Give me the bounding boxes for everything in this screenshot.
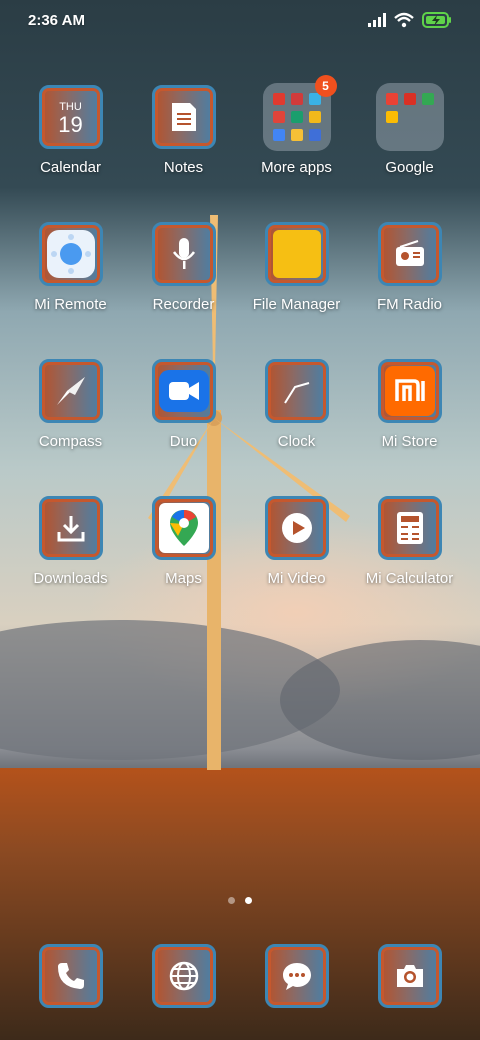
remote-icon <box>39 222 103 286</box>
notification-badge: 5 <box>314 75 337 97</box>
app-label: Maps <box>165 570 202 587</box>
signal-icon <box>368 13 386 32</box>
app-compass[interactable]: Compass <box>14 359 127 450</box>
play-icon <box>265 496 329 560</box>
folder-google[interactable]: Google <box>353 83 466 176</box>
folder-more-apps[interactable]: 5 More apps <box>240 75 353 176</box>
app-downloads[interactable]: Downloads <box>14 496 127 587</box>
app-label: File Manager <box>252 296 341 313</box>
app-label: Mi Remote <box>34 296 107 313</box>
dock-browser[interactable] <box>127 944 240 1008</box>
app-notes[interactable]: Notes <box>127 85 240 176</box>
app-mi-remote[interactable]: Mi Remote <box>14 222 127 313</box>
browser-icon <box>152 944 216 1008</box>
app-clock[interactable]: Clock <box>240 359 353 450</box>
dock-phone[interactable] <box>14 944 127 1008</box>
notes-icon <box>152 85 216 149</box>
app-label: Notes <box>163 159 204 176</box>
microphone-icon <box>152 222 216 286</box>
page-dot[interactable] <box>228 897 235 904</box>
app-label: FM Radio <box>376 296 443 313</box>
app-file-manager[interactable]: File Manager <box>240 222 353 313</box>
folder-icon <box>265 222 329 286</box>
messages-icon <box>265 944 329 1008</box>
compass-icon <box>39 359 103 423</box>
battery-charging-icon <box>422 12 452 33</box>
calendar-date: 19 <box>58 112 83 137</box>
calculator-icon <box>378 496 442 560</box>
app-label: Clock <box>277 433 316 450</box>
radio-icon <box>378 222 442 286</box>
camera-icon <box>378 944 442 1008</box>
app-maps[interactable]: Maps <box>127 496 240 587</box>
dock-camera[interactable] <box>353 944 466 1008</box>
download-icon <box>39 496 103 560</box>
app-duo[interactable]: Duo <box>127 359 240 450</box>
wifi-icon <box>394 12 414 33</box>
status-time: 2:36 AM <box>28 12 85 29</box>
phone-icon <box>39 944 103 1008</box>
app-label: Compass <box>38 433 103 450</box>
app-calendar[interactable]: THU 19 Calendar <box>14 85 127 176</box>
app-label: Mi Store <box>381 433 438 450</box>
video-camera-icon <box>152 359 216 423</box>
app-mi-calculator[interactable]: Mi Calculator <box>353 496 466 587</box>
page-indicator <box>0 897 480 904</box>
app-mi-store[interactable]: Mi Store <box>353 359 466 450</box>
status-bar: 2:36 AM <box>0 0 480 44</box>
app-label: Downloads <box>33 570 108 587</box>
app-label: Mi Video <box>267 570 326 587</box>
dock-messages[interactable] <box>240 944 353 1008</box>
app-label: Google <box>385 159 434 176</box>
app-recorder[interactable]: Recorder <box>127 222 240 313</box>
app-mi-video[interactable]: Mi Video <box>240 496 353 587</box>
mi-logo-icon <box>378 359 442 423</box>
app-label: Mi Calculator <box>365 570 454 587</box>
app-label: Calendar <box>40 159 101 176</box>
app-label: More apps <box>261 159 332 176</box>
app-label: Recorder <box>152 296 215 313</box>
app-label: Duo <box>169 433 198 450</box>
app-fm-radio[interactable]: FM Radio <box>353 222 466 313</box>
clock-hands-icon <box>265 359 329 423</box>
page-dot-active[interactable] <box>245 897 252 904</box>
map-pin-icon <box>152 496 216 560</box>
